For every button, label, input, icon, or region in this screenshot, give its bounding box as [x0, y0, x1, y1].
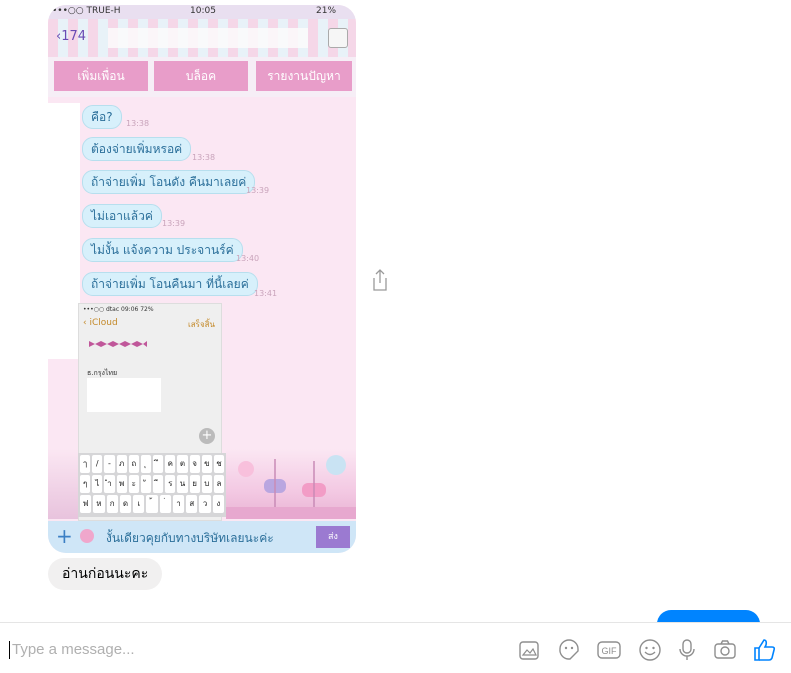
key: จ — [189, 455, 200, 473]
key: ด — [119, 495, 132, 513]
key: ร — [165, 475, 176, 493]
send-button: ส่ง — [316, 526, 350, 548]
key: ะ — [128, 475, 139, 493]
key: พ — [116, 475, 127, 493]
image-icon[interactable] — [516, 637, 542, 663]
nested-back: ‹ iCloud — [83, 318, 118, 328]
plus-icon: + — [56, 524, 73, 548]
camera-icon[interactable] — [712, 637, 738, 663]
key: า — [172, 495, 185, 513]
chat-area: คือ? 13:38 ต้องจ่ายเพิ่มหรอค่ 13:38 ถ้าจ… — [48, 97, 356, 521]
text-caret — [9, 641, 10, 659]
key: ่ — [159, 495, 171, 513]
key: ค — [165, 455, 176, 473]
message-time: 13:39 — [246, 186, 270, 195]
key: ต — [177, 455, 188, 473]
key: / — [92, 455, 103, 473]
block-tab: บล็อค — [154, 61, 248, 91]
nested-status: •••○○ dtac 09:06 72% — [83, 306, 154, 313]
key: ล — [213, 475, 225, 493]
redacted-account — [87, 378, 161, 412]
key: ภ — [116, 455, 127, 473]
key: ๅ — [80, 455, 91, 473]
nested-done: เสร็จสิ้น — [188, 320, 215, 329]
chat-nav-bar: ‹174 — [48, 19, 356, 58]
microphone-icon[interactable] — [674, 637, 700, 663]
back-count: 174 — [61, 29, 87, 44]
chat-message: ไม่งั้น แจ้งความ ประจานร์ค่ — [82, 238, 243, 262]
chat-message: ไม่เอาแล้วค่ — [82, 204, 162, 228]
chat-message: ถ้าจ่ายเพิ่ม โอนดัง คืนมาเลยค่ — [82, 170, 256, 194]
key: ไ — [92, 475, 103, 493]
message-composer: GIF — [0, 622, 791, 673]
key: เ — [133, 495, 145, 513]
key: ห — [93, 495, 105, 513]
keyboard-row: ๆ ไ ำ พ ะ ั ี ร น ย บ ล — [80, 475, 225, 493]
message-time: 13:38 — [192, 153, 216, 162]
thumbs-up-icon[interactable] — [752, 637, 778, 663]
key: ุ — [140, 455, 152, 473]
plus-circle-icon: + — [199, 428, 215, 444]
share-icon[interactable] — [371, 268, 389, 292]
message-bubble[interactable]: อ่านก่อนนะคะ — [48, 558, 163, 590]
key: ก — [106, 495, 118, 513]
key: ี — [153, 475, 164, 493]
key: ง — [212, 495, 224, 513]
back-button: ‹174 — [56, 29, 86, 44]
report-tab: รายงานปัญหา — [256, 61, 352, 91]
decoration-carousel — [226, 449, 356, 519]
emoji-icon[interactable] — [637, 637, 663, 663]
message-time: 13:38 — [126, 119, 150, 128]
shared-screenshot[interactable]: •••○○ TRUE-H 10:05 21% ‹174 เพิ่มเพื่อน … — [48, 5, 356, 553]
status-time: 10:05 — [190, 6, 216, 16]
key: ้ — [146, 495, 158, 513]
key: ถ — [128, 455, 139, 473]
decoration-left — [48, 449, 78, 519]
key: น — [177, 475, 188, 493]
carrier-label: •••○○ TRUE-H — [52, 6, 121, 16]
keyboard-row: ฟ ห ก ด เ ้ ่ า ส ว ง — [80, 495, 224, 513]
add-friend-tab: เพิ่มเพื่อน — [54, 61, 148, 91]
key: ึ — [153, 455, 164, 473]
redacted-name — [108, 28, 308, 48]
sticker-icon[interactable] — [556, 637, 582, 663]
key: - — [104, 455, 115, 473]
message-time: 13:41 — [254, 289, 278, 298]
message-input[interactable] — [12, 637, 492, 661]
message-time: 13:39 — [162, 219, 186, 228]
action-tabs: เพิ่มเพื่อน บล็อค รายงานปัญหา — [48, 57, 356, 97]
phone-input-bar: + งั้นเดียวคุยกับทางบริษัทเลยนะค่ะ ส่ง — [48, 521, 356, 553]
key: ฟ — [80, 495, 92, 513]
key: ส — [186, 495, 198, 513]
keyboard-row: ๅ / - ภ ถ ุ ึ ค ต จ ข ช — [80, 455, 225, 473]
key: ว — [199, 495, 211, 513]
chat-message: ถ้าจ่ายเพิ่ม โอนคืนมา ที่นี้เลยค่ — [82, 272, 258, 296]
carousel-horse-illustration-icon — [226, 455, 356, 519]
key: ข — [201, 455, 212, 473]
key: ั — [140, 475, 152, 493]
key: ๆ — [80, 475, 91, 493]
phone-status-bar: •••○○ TRUE-H 10:05 21% — [48, 5, 356, 19]
gif-icon[interactable]: GIF — [596, 637, 622, 663]
battery-label: 21% — [316, 6, 337, 16]
nested-back-label: iCloud — [89, 318, 118, 328]
menu-icon — [328, 28, 348, 48]
message-time: 13:40 — [236, 254, 260, 263]
bow-stickers-icon — [89, 341, 147, 347]
key: ช — [213, 455, 225, 473]
typed-text: งั้นเดียวคุยกับทางบริษัทเลยนะค่ะ — [106, 531, 274, 545]
chat-message: ต้องจ่ายเพิ่มหรอค่ — [82, 137, 192, 161]
thai-keyboard: ๅ / - ภ ถ ุ ึ ค ต จ ข ช ๆ ไ ำ พ ะ ั ี — [78, 453, 226, 517]
chat-message: คือ? — [82, 105, 122, 129]
key: บ — [201, 475, 212, 493]
svg-text:GIF: GIF — [602, 646, 618, 656]
flower-icon — [80, 529, 94, 543]
redacted-strip — [48, 103, 80, 359]
key: ำ — [104, 475, 115, 493]
key: ย — [189, 475, 200, 493]
